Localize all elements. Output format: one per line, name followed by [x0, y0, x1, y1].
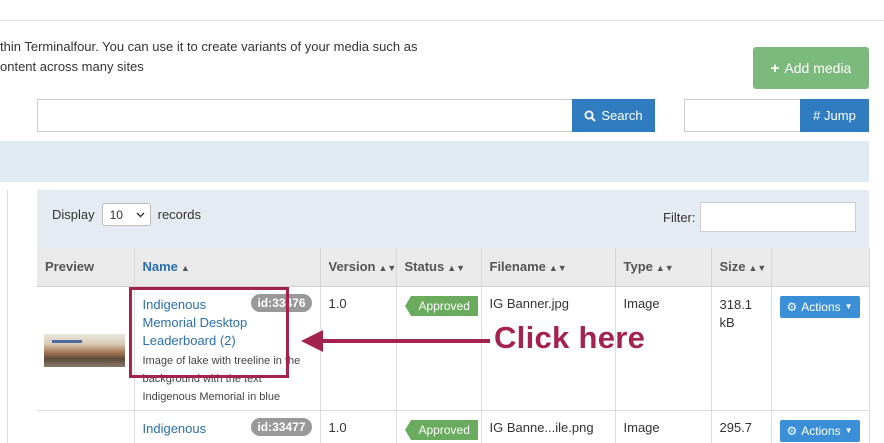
sort-icon: ▲▼ [655, 263, 674, 274]
gear-icon: ⚙ [786, 423, 798, 438]
top-divider [0, 20, 884, 21]
intro-line-1: thin Terminalfour. You can use it to cre… [0, 39, 418, 54]
jump-input[interactable] [684, 99, 801, 132]
left-panel [0, 190, 8, 443]
version-cell: 1.0 [320, 286, 397, 411]
status-cell: Approved [396, 286, 482, 411]
column-type[interactable]: Type ▲▼ [615, 248, 712, 287]
callout-text: Click here [494, 320, 646, 355]
plus-icon: + [770, 59, 780, 77]
add-media-button[interactable]: + Add media [753, 47, 869, 89]
records-label: records [157, 207, 201, 222]
arrow-left-icon [301, 330, 323, 352]
display-label: Display [52, 207, 95, 222]
actions-button[interactable]: ⚙ Actions ▼ [779, 295, 860, 318]
filter-input[interactable] [699, 202, 856, 232]
table-header-row: Preview Name ▲ Version ▲▼ Status ▲▼ Filenam… [37, 248, 870, 287]
display-value: 10 [109, 207, 123, 222]
search-input[interactable] [37, 99, 573, 132]
column-version[interactable]: Version ▲▼ [320, 248, 397, 287]
version-cell: 1.0 [320, 410, 397, 443]
callout-highlight-box [129, 287, 289, 378]
intro-line-2: ontent across many sites [0, 59, 144, 74]
media-thumbnail[interactable] [44, 333, 125, 367]
gear-icon: ⚙ [786, 299, 798, 314]
sort-icon: ▲▼ [548, 263, 567, 274]
actions-cell: ⚙ Actions ▼ [771, 286, 870, 411]
column-preview: Preview [37, 248, 135, 287]
info-band [0, 141, 869, 182]
size-cell: 295.7 [711, 410, 772, 443]
table-row: Indigenous id:33477 1.0 Approved IG Bann… [37, 410, 870, 443]
actions-cell: ⚙ Actions ▼ [771, 410, 870, 443]
add-media-label: Add media [784, 60, 852, 76]
intro-text: thin Terminalfour. You can use it to cre… [0, 37, 440, 77]
callout-arrow-shaft [320, 339, 490, 343]
status-badge: Approved [404, 419, 478, 440]
column-filename[interactable]: Filename ▲▼ [481, 248, 616, 287]
preview-cell [37, 286, 135, 411]
search-label: Search [601, 108, 643, 123]
type-cell: Image [615, 410, 712, 443]
preview-cell [37, 410, 135, 443]
records-per-page-select[interactable]: 10 [101, 203, 151, 226]
search-icon [584, 110, 597, 122]
column-size[interactable]: Size ▲▼ [711, 248, 772, 287]
name-cell: Indigenous id:33477 [134, 410, 321, 443]
size-cell: 318.1 kB [711, 286, 772, 411]
column-status[interactable]: Status ▲▼ [396, 248, 482, 287]
chevron-down-icon [136, 212, 145, 217]
actions-label: Actions [801, 423, 841, 438]
caret-down-icon: ▼ [844, 426, 853, 435]
filter-control: Filter: [663, 202, 856, 232]
sort-asc-icon: ▲ [180, 263, 190, 274]
search-button[interactable]: Search [572, 99, 655, 132]
jump-button[interactable]: # Jump [800, 99, 869, 132]
id-badge: id:33477 [251, 417, 312, 436]
sort-icon: ▲▼ [748, 263, 767, 274]
media-name-link[interactable]: Indigenous [143, 420, 255, 438]
sort-icon: ▲▼ [378, 263, 397, 274]
status-cell: Approved [396, 410, 482, 443]
status-badge: Approved [404, 295, 478, 316]
filename-cell: IG Banne...ile.png [481, 410, 616, 443]
caret-down-icon: ▼ [844, 302, 853, 311]
column-name[interactable]: Name ▲ [134, 248, 321, 287]
display-control: Display 10 records [52, 203, 201, 226]
sort-icon: ▲▼ [447, 263, 466, 274]
column-actions [771, 248, 870, 287]
actions-label: Actions [801, 299, 841, 314]
filter-label: Filter: [663, 209, 696, 225]
actions-button[interactable]: ⚙ Actions ▼ [779, 419, 860, 442]
